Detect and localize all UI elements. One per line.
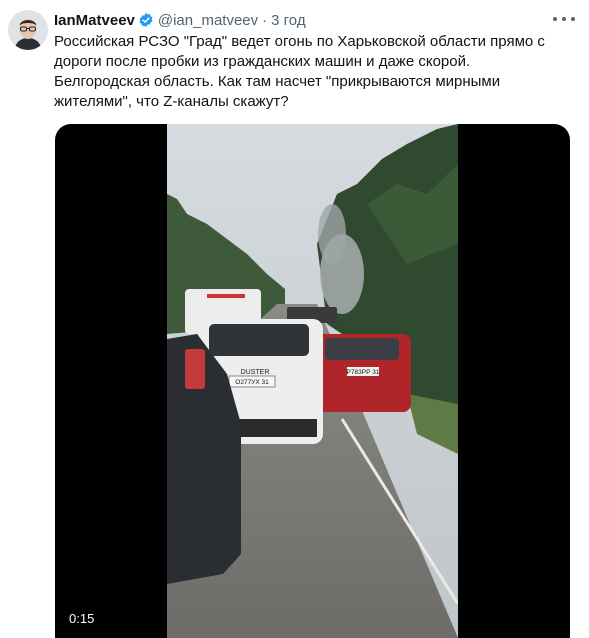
tweet-header: IanMatveev @ian_matveev · 3 год <box>54 10 306 30</box>
separator-dot: · <box>262 11 268 29</box>
author-name[interactable]: IanMatveev <box>54 12 135 29</box>
tweet-text: Российская РСЗО "Град" ведет огонь по Ха… <box>54 32 564 112</box>
author-handle[interactable]: @ian_matveev <box>158 12 258 29</box>
video-frame: Р783РР 31 DUSTER О277УХ 31 <box>167 124 458 638</box>
suv-badge: DUSTER <box>241 369 270 376</box>
verified-badge-icon <box>138 12 154 28</box>
video-player[interactable]: Р783РР 31 DUSTER О277УХ 31 0:15 <box>55 124 570 638</box>
video-timestamp: 0:15 <box>69 611 95 626</box>
tweet-time[interactable]: 3 год <box>271 12 305 29</box>
plate-red-car: Р783РР 31 <box>347 369 380 376</box>
avatar[interactable] <box>8 10 48 50</box>
plate-white-suv: О277УХ 31 <box>235 379 269 386</box>
tweet-text-line: дороги после пробки из гражданских машин… <box>54 53 471 70</box>
tweet-text-line: Белгородская область. Как там насчет "пр… <box>54 73 501 90</box>
tweet-text-line: жителями", что Z-каналы скажут? <box>54 93 289 110</box>
tweet-text-line: Российская РСЗО "Град" ведет огонь по Ха… <box>54 33 545 50</box>
more-horizontal-icon[interactable] <box>553 12 575 26</box>
